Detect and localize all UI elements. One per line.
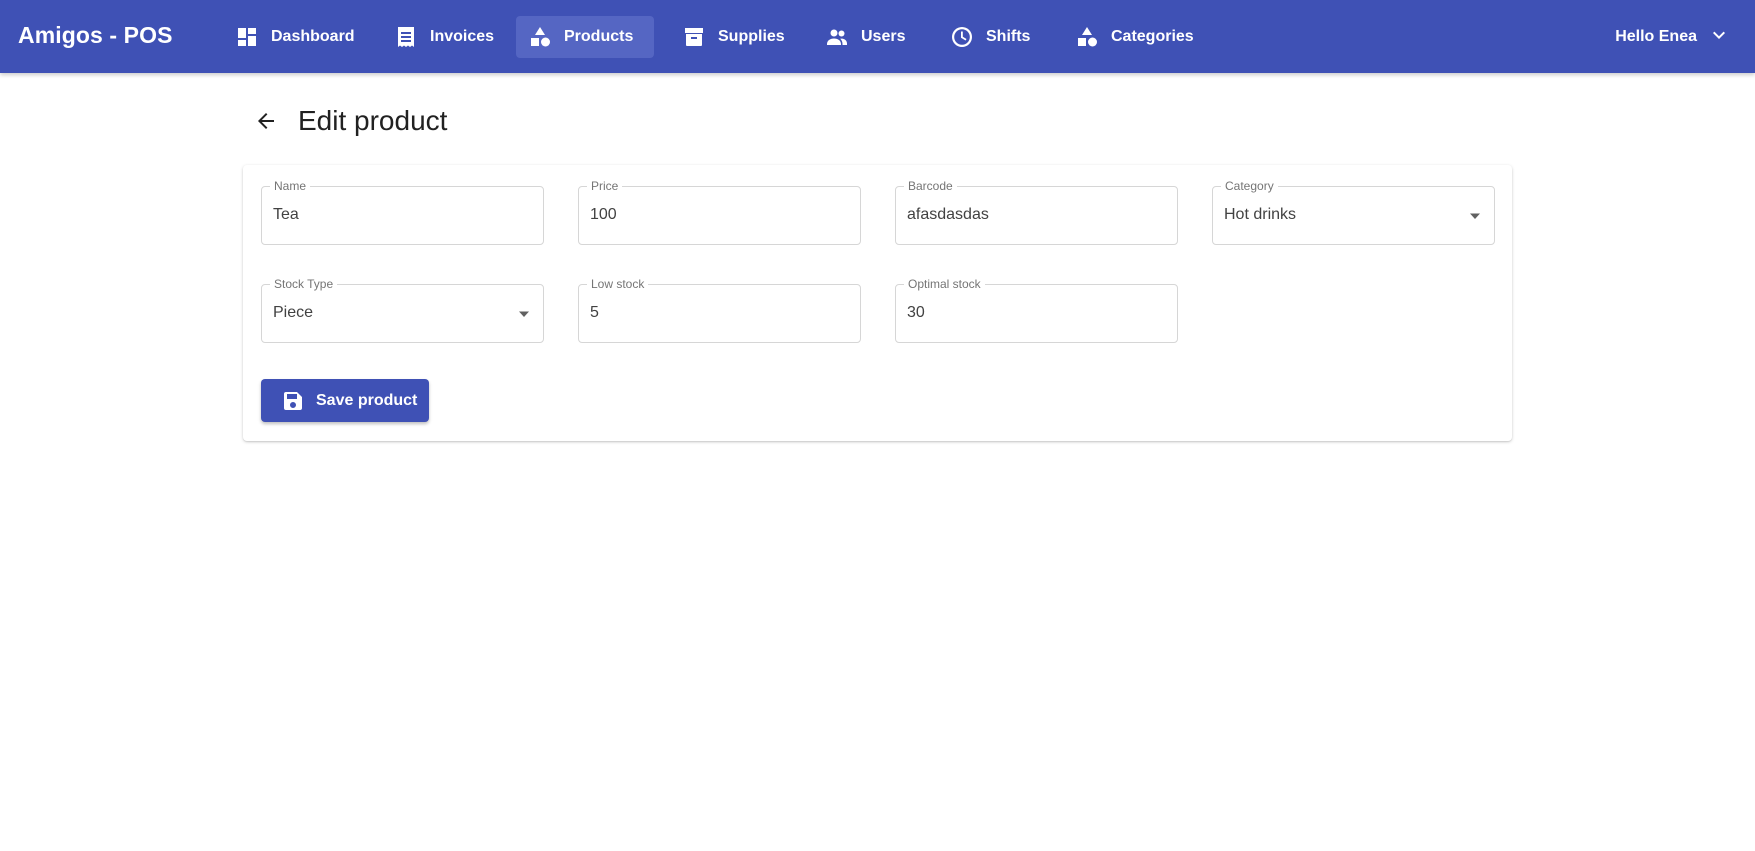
nav-item-products[interactable]: Products [516, 16, 654, 58]
shapes-icon [528, 25, 552, 49]
low-stock-label: Low stock [587, 276, 649, 292]
low-stock-input[interactable] [590, 304, 820, 322]
category-label: Category [1221, 178, 1278, 194]
name-input[interactable] [273, 206, 503, 224]
stock-type-select[interactable]: Stock Type Piece [261, 276, 544, 343]
category-value: Hot drinks [1224, 206, 1297, 223]
product-form-card: Name Price Barcode Category Hot drinks S… [243, 165, 1512, 441]
archive-box-icon [682, 25, 706, 49]
dropdown-caret-icon [517, 307, 531, 321]
users-icon [825, 25, 849, 49]
arrow-left-icon [254, 109, 278, 138]
page-title: Edit product [298, 105, 448, 136]
top-app-bar: Amigos - POS Dashboard Invoices Products… [0, 0, 1755, 73]
nav-label-categories: Categories [1111, 28, 1194, 45]
receipt-icon [394, 25, 418, 49]
name-label: Name [270, 178, 311, 194]
user-menu-button[interactable]: Hello Enea [1615, 16, 1731, 58]
nav-item-dashboard[interactable]: Dashboard [223, 16, 367, 58]
save-product-label: Save product [316, 391, 418, 409]
barcode-input[interactable] [907, 206, 1137, 224]
nav-label-users: Users [861, 28, 906, 45]
stock-type-value: Piece [273, 304, 314, 321]
nav-label-shifts: Shifts [986, 28, 1031, 45]
save-product-button[interactable]: Save product [261, 379, 429, 422]
barcode-field[interactable]: Barcode [895, 178, 1178, 245]
optimal-stock-field[interactable]: Optimal stock [895, 276, 1178, 343]
optimal-stock-input[interactable] [907, 304, 1137, 322]
nav-item-invoices[interactable]: Invoices [382, 16, 506, 58]
nav-item-users[interactable]: Users [813, 16, 917, 58]
name-field[interactable]: Name [261, 178, 544, 245]
low-stock-field[interactable]: Low stock [578, 276, 861, 343]
chevron-down-icon [1707, 23, 1731, 52]
nav-item-shifts[interactable]: Shifts [938, 16, 1042, 58]
price-label: Price [587, 178, 623, 194]
category-select[interactable]: Category Hot drinks [1212, 178, 1495, 245]
user-greeting: Hello Enea [1615, 28, 1697, 45]
clock-icon [950, 25, 974, 49]
optimal-stock-label: Optimal stock [904, 276, 985, 292]
dropdown-caret-icon [1468, 209, 1482, 223]
back-button[interactable] [250, 107, 282, 139]
price-field[interactable]: Price [578, 178, 861, 245]
barcode-label: Barcode [904, 178, 957, 194]
nav-item-categories[interactable]: Categories [1063, 16, 1206, 58]
dashboard-icon [235, 25, 259, 49]
shapes-icon [1075, 25, 1099, 49]
app-title: Amigos - POS [18, 22, 173, 48]
nav-label-dashboard: Dashboard [271, 28, 355, 45]
price-input[interactable] [590, 206, 820, 224]
stock-type-label: Stock Type [270, 276, 338, 292]
floppy-disk-icon [281, 389, 305, 413]
nav-label-products: Products [564, 28, 634, 45]
nav-item-supplies[interactable]: Supplies [670, 16, 797, 58]
nav-label-invoices: Invoices [430, 28, 495, 45]
nav-label-supplies: Supplies [718, 28, 785, 45]
